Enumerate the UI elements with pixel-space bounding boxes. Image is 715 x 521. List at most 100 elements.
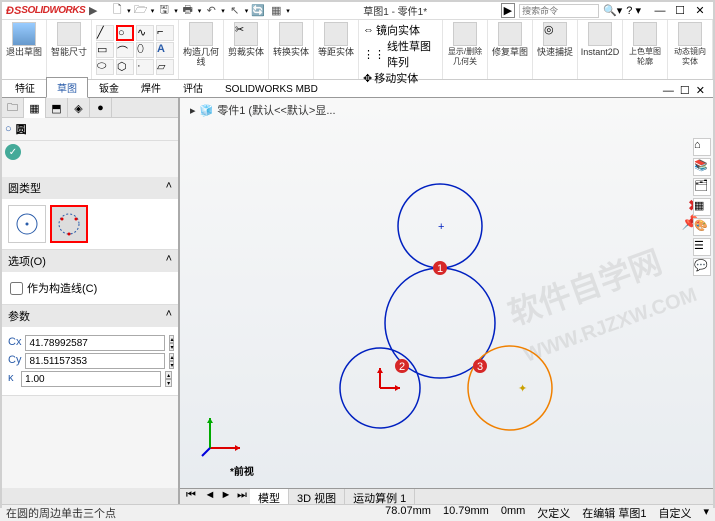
tab-sketch[interactable]: 草图 [46, 77, 88, 98]
select-icon[interactable]: ↖ [227, 3, 243, 19]
circle-type-section: 圆类型˄ [2, 177, 178, 250]
tab-weld[interactable]: 焊件 [130, 77, 172, 97]
x-input[interactable] [25, 335, 165, 351]
doc-max-icon[interactable]: ☐ [680, 84, 690, 97]
design-lib-tab-icon[interactable]: 📚 [693, 158, 711, 176]
tab-feature[interactable]: 特征 [4, 77, 46, 97]
undo-icon[interactable]: ↶ [203, 3, 219, 19]
r-up-icon[interactable]: ▴ [165, 371, 172, 379]
mirror-icon: ⇔ [363, 24, 374, 36]
slot-tool-icon[interactable]: ⬭ [96, 59, 114, 75]
ok-button[interactable]: ✓ [5, 144, 21, 160]
rebuild-icon[interactable]: 🔄 [250, 3, 266, 19]
tab-model[interactable]: 模型 [250, 489, 289, 504]
dynamic-mirror-button[interactable]: 动态镜向实体 [672, 22, 708, 67]
arc-tool-icon[interactable]: ⌒ [116, 42, 134, 58]
linear-pattern-button[interactable]: ⋮⋮线性草图阵列 [363, 38, 438, 70]
custom-props-tab-icon[interactable]: ☰ [693, 238, 711, 256]
offset-icon [324, 22, 348, 46]
params-header[interactable]: 参数˄ [2, 305, 178, 327]
move-button[interactable]: ✥移动实体 [363, 70, 418, 86]
instant2d-button[interactable]: Instant2D [582, 22, 618, 57]
open-icon[interactable]: 🗁 [133, 3, 149, 19]
resources-tab-icon[interactable]: ⌂ [693, 138, 711, 156]
reference-triad[interactable] [200, 408, 250, 458]
r-param-icon: ᴋ [8, 372, 17, 386]
feature-tree-tab-icon[interactable]: 🗀 [2, 98, 24, 118]
r-down-icon[interactable]: ▾ [165, 379, 172, 387]
rect-tool-icon[interactable]: ▭ [96, 42, 114, 58]
offset-button[interactable]: 等距实体 [318, 22, 354, 57]
section-header[interactable]: 圆类型˄ [2, 177, 178, 199]
tab-3dview[interactable]: 3D 视图 [289, 489, 345, 504]
tab-sheet[interactable]: 钣金 [88, 77, 130, 97]
doc-min-icon[interactable]: — [663, 85, 674, 97]
appearance-tab-icon[interactable]: ● [90, 98, 112, 118]
sketch-circle-right[interactable] [468, 346, 552, 430]
y-input[interactable] [25, 353, 165, 369]
help-icon[interactable]: ? ▾ [626, 4, 641, 17]
appearances-tab-icon[interactable]: 🎨 [693, 218, 711, 236]
quick-snap-button[interactable]: ◎ 快速捕捉 [537, 22, 573, 57]
new-icon[interactable]: 🗋 [109, 3, 125, 19]
explorer-tab-icon[interactable]: 🗂 [693, 178, 711, 196]
options-icon[interactable]: ▦ [268, 3, 284, 19]
config-tab-icon[interactable]: ⬒ [46, 98, 68, 118]
minimize-icon[interactable]: — [651, 4, 669, 18]
smart-dimension-button[interactable]: 智能尺寸 [51, 22, 87, 57]
display-rel-icon [453, 22, 477, 46]
circle-tool-icon[interactable]: ○ [116, 25, 134, 41]
spline-tool-icon[interactable]: ∿ [136, 25, 154, 41]
print-icon[interactable]: 🖶 [180, 3, 196, 19]
mirror-button[interactable]: ⇔镜向实体 [363, 22, 420, 38]
construction-checkbox[interactable] [10, 282, 23, 295]
tab-motion[interactable]: 运动算例 1 [345, 489, 415, 504]
status-menu-icon[interactable]: ▾ [703, 505, 709, 521]
ellipse-tool-icon[interactable]: ⬯ [136, 42, 154, 58]
center-circle-option[interactable] [8, 205, 46, 243]
tab-nav-prev-icon[interactable]: ◄ [202, 489, 218, 504]
graphics-area[interactable]: ▸ 🧊 零件1 (默认<<默认>显... ✖ 📌 软件自学网WWW.RJZXW.… [180, 98, 713, 488]
sketch-origin[interactable] [377, 368, 400, 391]
view-palette-tab-icon[interactable]: ▦ [693, 198, 711, 216]
main-area: 🗀 ▦ ⬒ ◈ ● ○ 圆 ✓ 圆类型˄ [2, 98, 713, 488]
tab-mbd[interactable]: SOLIDWORKS MBD [214, 81, 329, 97]
tab-nav-end-icon[interactable]: ⏭ [234, 489, 250, 504]
display-rel-button[interactable]: 显示/删除几何关 [447, 22, 483, 67]
fillet-tool-icon[interactable]: ⌐ [156, 25, 174, 41]
plane-tool-icon[interactable]: ▱ [156, 59, 174, 75]
x-up-icon[interactable]: ▴ [169, 335, 174, 343]
r-input[interactable] [21, 371, 161, 387]
doc-close-icon[interactable]: ✕ [696, 84, 705, 97]
tab-nav-next-icon[interactable]: ► [218, 489, 234, 504]
svg-text:2: 2 [399, 361, 405, 373]
poly-tool-icon[interactable]: ⬡ [116, 59, 134, 75]
line-tool-icon[interactable]: ╱ [96, 25, 114, 41]
forum-tab-icon[interactable]: 💬 [693, 258, 711, 276]
perimeter-circle-option[interactable] [50, 205, 88, 243]
instant2d-icon [588, 22, 612, 46]
property-tab-icon[interactable]: ▦ [24, 98, 46, 118]
save-icon[interactable]: 🖫 [156, 3, 172, 19]
search-icon[interactable]: 🔍▾ [603, 4, 622, 17]
tab-eval[interactable]: 评估 [172, 77, 214, 97]
dim-tab-icon[interactable]: ◈ [68, 98, 90, 118]
expand-menu-icon[interactable]: ▶ [85, 3, 101, 19]
exit-sketch-button[interactable]: 退出草图 [6, 22, 42, 57]
maximize-icon[interactable]: ☐ [671, 4, 689, 18]
x-down-icon[interactable]: ▾ [169, 343, 174, 351]
close-icon[interactable]: ✕ [691, 4, 709, 18]
search-input[interactable] [519, 4, 599, 18]
options-header[interactable]: 选项(O)˄ [2, 250, 178, 272]
convert-button[interactable]: 构造几何线 [183, 22, 219, 67]
y-down-icon[interactable]: ▾ [169, 361, 174, 369]
shaded-button[interactable]: 上色草图轮廓 [627, 22, 663, 67]
point-tool-icon[interactable]: · [136, 59, 154, 75]
search-run-icon[interactable]: ▶ [501, 3, 515, 18]
convert-ent-button[interactable]: 转换实体 [273, 22, 309, 57]
trim-button[interactable]: ✂ 剪裁实体 [228, 22, 264, 57]
y-up-icon[interactable]: ▴ [169, 353, 174, 361]
text-tool-icon[interactable]: A [156, 42, 174, 58]
repair-button[interactable]: 修复草图 [492, 22, 528, 57]
tab-nav-start-icon[interactable]: ⏮ [180, 489, 202, 504]
